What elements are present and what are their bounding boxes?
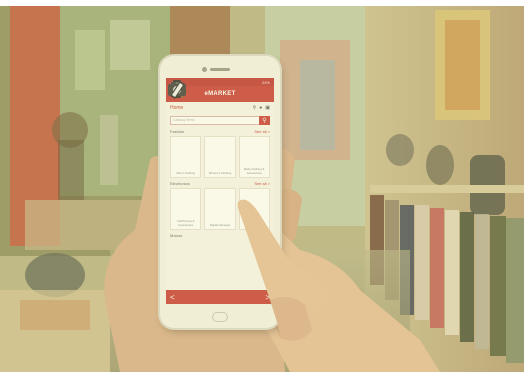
home-row: Home ⚲ ● ▣ (166, 102, 274, 114)
card-caption: Women's Clothing (208, 170, 232, 175)
search-icon[interactable]: ⚲ (253, 105, 257, 111)
status-battery: 24% (261, 79, 270, 85)
search-input[interactable]: Catalog Items (170, 115, 259, 125)
tablet-icon (170, 81, 266, 215)
phone-screen: ••ll Wi 24% eMARKET Home ⚲ ● ▣ Catalog I… (166, 78, 274, 304)
prev-button[interactable]: < (170, 293, 175, 302)
category-card-womens[interactable]: Women's Clothing (168, 83, 236, 178)
cart-icon[interactable]: ▣ (265, 105, 270, 111)
tshirt-icon (168, 80, 198, 163)
section-header: Motors See all > (170, 232, 270, 239)
see-all-link[interactable]: See all > (254, 181, 270, 186)
card-caption: Video Games & Consoles (244, 219, 265, 227)
product-cards: Men's Clothing Women's Clothing Baby Clo… (168, 80, 270, 178)
high-heel-icon (168, 83, 232, 163)
camera-icon (168, 82, 232, 215)
see-all-link[interactable]: See all > (254, 129, 270, 134)
section-header: Electronics See all > (170, 180, 270, 187)
card-caption: Men's Clothing (176, 170, 195, 175)
card-caption: Baby Clothing & Accessories (244, 167, 265, 175)
category-card-baby[interactable]: Baby Clothing & Accessories (169, 81, 270, 178)
next-button[interactable]: > (265, 293, 270, 302)
product-cards: Cell Phones & Accessories Digital Camera… (168, 80, 270, 230)
front-camera-icon (202, 67, 207, 72)
smartphone: ••ll Wi 24% eMARKET Home ⚲ ● ▣ Catalog I… (160, 56, 280, 328)
category-card-games[interactable]: Video Games & Consoles (170, 81, 270, 230)
smartphone-icon (173, 80, 198, 215)
speaker-grille (210, 68, 230, 71)
photo-scene: ••ll Wi 24% eMARKET Home ⚲ ● ▣ Catalog I… (0, 0, 524, 372)
section-header: Fashion See all > (170, 128, 270, 135)
top-border (0, 0, 524, 6)
header-icons: ⚲ ● ▣ (253, 105, 270, 111)
section-title: Motors (170, 233, 183, 238)
bottom-nav: < > (166, 290, 274, 304)
category-card-cameras[interactable]: Digital Cameras (168, 82, 236, 230)
home-button (212, 312, 228, 322)
search-bar: Catalog Items ⚲ (166, 114, 274, 126)
baby-clothes-icon (169, 81, 266, 163)
category-card-phones[interactable]: Cell Phones & Accessories (170, 80, 202, 230)
card-caption: Cell Phones & Accessories (176, 219, 195, 227)
card-caption: Digital Cameras (210, 222, 230, 227)
home-link[interactable]: Home (170, 105, 183, 111)
search-button[interactable]: ⚲ (259, 115, 270, 125)
section-fashion: Fashion See all > Men's Clothing Women's… (166, 80, 274, 178)
section-motors: Motors See all > (166, 230, 274, 239)
app-title: eMARKET (204, 91, 236, 97)
section-electronics: Electronics See all > Cell Phones & Acce… (166, 80, 274, 230)
see-all-link[interactable]: See all > (254, 233, 270, 238)
section-title: Fashion (170, 129, 185, 134)
section-title: Electronics (170, 181, 190, 186)
user-icon[interactable]: ● (259, 105, 262, 111)
magnifier-icon: ⚲ (262, 117, 267, 124)
category-card-mens[interactable]: Men's Clothing (168, 80, 202, 178)
